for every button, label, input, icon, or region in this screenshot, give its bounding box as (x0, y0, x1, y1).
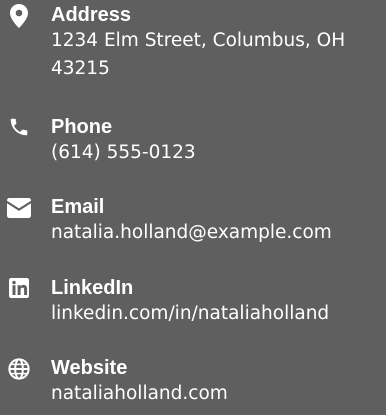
linkedin-icon (6, 277, 32, 301)
contact-item-phone: Phone (614) 555-0123 (0, 114, 386, 174)
contact-item-email: Email natalia.holland@example.com (0, 194, 386, 254)
linkedin-value[interactable]: linkedin.com/in/nataliaholland (51, 300, 383, 328)
map-marker-icon (6, 4, 32, 28)
email-label: Email (51, 196, 105, 218)
address-value: 1234 Elm Street, Columbus, OH 43215 (51, 30, 346, 79)
envelope-icon (6, 196, 32, 220)
website-label: Website (51, 357, 128, 379)
linkedin-label: LinkedIn (51, 277, 134, 299)
phone-icon (6, 116, 32, 140)
email-value[interactable]: natalia.holland@example.com (51, 219, 383, 247)
phone-value[interactable]: (614) 555-0123 (51, 139, 383, 167)
website-value[interactable]: nataliaholland.com (51, 380, 383, 408)
contact-list: Address 1234 Elm Street, Columbus, OH 43… (0, 0, 386, 415)
phone-label: Phone (51, 116, 113, 138)
contact-item-address: Address 1234 Elm Street, Columbus, OH 43… (0, 2, 386, 92)
contact-item-linkedin: LinkedIn linkedin.com/in/nataliaholland (0, 275, 386, 335)
globe-icon (6, 357, 32, 381)
address-label: Address (51, 4, 132, 26)
contact-item-website: Website nataliaholland.com (0, 355, 386, 415)
